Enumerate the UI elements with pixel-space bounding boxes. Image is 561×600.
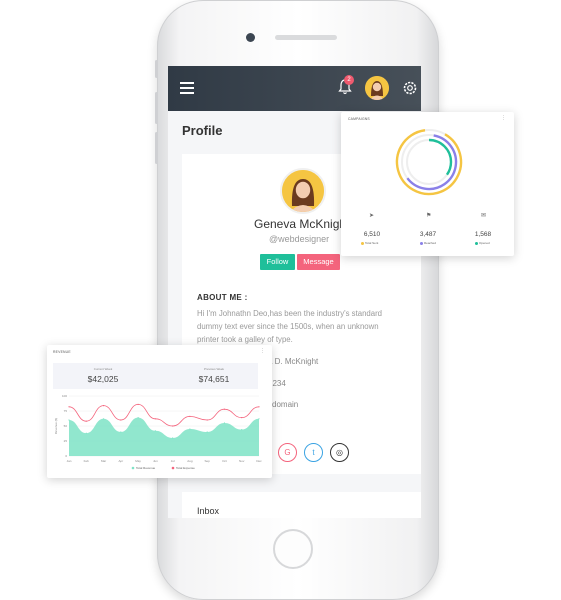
data-point-revenue <box>68 419 70 421</box>
legend-label: Total Expense <box>176 466 195 470</box>
about-text: Hi I'm Johnathn Deo,has been the industr… <box>197 309 383 344</box>
campaigns-menu-icon[interactable]: ⋮ <box>501 115 506 121</box>
x-tick-label: Jan <box>67 459 72 463</box>
envelope-icon: ✉ <box>481 213 487 219</box>
data-point-revenue <box>258 418 260 420</box>
legend-label: Total Revenue <box>136 466 156 470</box>
top-navbar: 2 <box>168 66 421 111</box>
data-point-revenue <box>206 431 208 433</box>
data-point-revenue <box>102 418 105 420</box>
data-point-expense <box>102 405 105 407</box>
x-tick-label: Jul <box>171 459 175 463</box>
x-tick-label: Nov <box>239 459 245 463</box>
y-tick-label: 75 <box>64 409 68 413</box>
stat-opened-value: 1,568 <box>474 231 492 238</box>
legend-marker <box>171 466 175 470</box>
stat-total-sent-label: Total Sent <box>361 241 378 245</box>
gear-icon[interactable] <box>401 79 419 97</box>
data-point-expense <box>172 425 174 427</box>
y-axis-label: Revenue ($) <box>54 418 58 435</box>
profile-avatar <box>280 168 326 214</box>
legend-marker <box>131 466 135 470</box>
google-plus-icon[interactable]: G <box>278 443 297 462</box>
info-full-name: a D. McKnight <box>268 357 319 366</box>
follow-button[interactable]: Follow <box>260 254 295 270</box>
data-point-revenue <box>241 429 243 431</box>
message-button[interactable]: Message <box>297 254 340 270</box>
y-tick-label: 100 <box>62 394 67 398</box>
donut-total-sent-arc <box>395 128 463 196</box>
data-point-expense <box>223 408 226 410</box>
github-icon[interactable]: ◎ <box>330 443 349 462</box>
twitter-icon[interactable]: t <box>304 443 323 462</box>
profile-name: Geneva McKnight <box>254 217 350 231</box>
y-tick-label: 25 <box>64 439 68 443</box>
revenue-title: REVENUE <box>53 350 71 354</box>
data-point-expense <box>241 417 243 419</box>
data-point-revenue <box>137 417 139 419</box>
data-point-revenue <box>154 430 156 432</box>
current-week-label: Current Week <box>93 367 113 371</box>
home-button[interactable] <box>273 529 313 569</box>
data-point-expense <box>120 419 122 421</box>
x-tick-label: Jun <box>153 459 158 463</box>
notification-badge: 2 <box>344 75 354 85</box>
data-point-expense <box>137 403 139 405</box>
data-point-revenue <box>85 432 87 434</box>
y-tick-label: 0 <box>65 454 67 458</box>
data-point-expense <box>258 406 260 408</box>
data-point-revenue <box>172 437 174 439</box>
info-email: l.domain <box>268 400 299 409</box>
data-point-expense <box>206 419 208 421</box>
revenue-summary: Current Week $42,025 Previous Week $74,6… <box>53 363 258 389</box>
x-tick-label: Sep <box>205 459 211 463</box>
previous-week-value: $74,651 <box>198 374 230 384</box>
revenue-area-chart: Jan Feb Mar Apr May Jun Jul Aug Sep Oct Nov Dec 0 25 5… <box>54 394 262 470</box>
volume-up-button <box>155 92 158 124</box>
data-point-expense <box>68 406 70 408</box>
y-tick-label: 50 <box>64 424 68 428</box>
x-tick-label: Dec <box>256 459 262 463</box>
data-point-revenue <box>189 428 191 430</box>
campaigns-donut-chart <box>395 128 463 196</box>
paper-plane-icon: ➤ <box>369 213 375 219</box>
x-tick-label: Aug <box>187 459 193 463</box>
x-tick-label: Apr <box>118 459 123 463</box>
flag-icon: ⚑ <box>426 213 432 219</box>
data-point-expense <box>154 418 156 420</box>
x-tick-label: Mar <box>101 459 106 463</box>
campaigns-card: CAMPAIGNS ⋮ ➤ ⚑ ✉ 6,510 3,487 1,568 Tota… <box>341 112 514 256</box>
user-avatar[interactable] <box>365 76 389 100</box>
front-camera <box>246 33 255 42</box>
data-point-revenue <box>120 431 122 433</box>
current-week-value: $42,025 <box>87 374 119 384</box>
volume-down-button <box>155 132 158 164</box>
hamburger-menu-icon[interactable] <box>180 82 194 94</box>
page-title: Profile <box>182 123 223 138</box>
stat-opened-label: Opened <box>475 241 490 245</box>
x-tick-label: Oct <box>222 459 227 463</box>
mute-switch <box>155 60 158 78</box>
revenue-menu-icon[interactable]: ⋮ <box>260 348 265 354</box>
x-tick-label: May <box>135 459 141 463</box>
data-point-expense <box>85 420 87 422</box>
previous-week-label: Previous Week <box>203 367 225 371</box>
earpiece-speaker <box>275 35 337 40</box>
stat-total-sent-value: 6,510 <box>363 231 381 238</box>
stat-reached-label: Reached <box>420 241 436 245</box>
series-total-revenue-area <box>69 417 259 456</box>
data-point-expense <box>189 415 191 417</box>
about-heading: ABOUT ME : <box>197 293 248 302</box>
inbox-title: Inbox <box>197 506 220 516</box>
data-point-revenue <box>223 422 226 424</box>
campaigns-title: CAMPAIGNS <box>348 117 370 121</box>
stat-reached-value: 3,487 <box>419 231 437 238</box>
x-tick-label: Feb <box>84 459 90 463</box>
profile-handle: @webdesigner <box>269 234 330 244</box>
